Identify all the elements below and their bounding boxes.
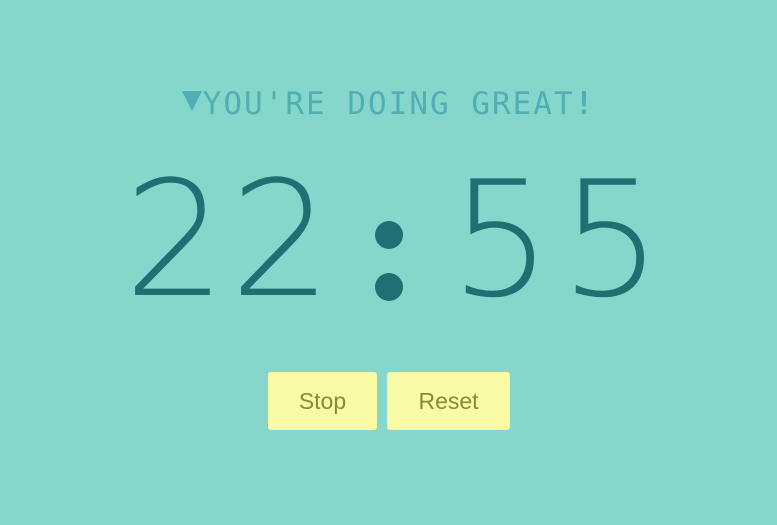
seconds-ones-digit: 5: [560, 146, 662, 333]
timer-page: YOU'RE DOING GREAT! 2 2 5 5 Stop Reset: [0, 0, 777, 525]
stop-button[interactable]: Stop: [268, 372, 377, 430]
separator-top-dot: [375, 221, 403, 249]
minutes-ones-digit: 2: [230, 146, 332, 333]
message-exclaim: !: [574, 86, 596, 122]
minutes-tens-digit: 2: [124, 146, 226, 333]
message-text: YOU'RE DOING GREAT: [202, 86, 575, 122]
triangle-down-icon: [181, 91, 202, 111]
countdown-display: 2 2 5 5: [0, 160, 777, 320]
seconds-tens-digit: 5: [450, 146, 552, 333]
encouragement-message: YOU'RE DOING GREAT!: [0, 86, 777, 122]
reset-button[interactable]: Reset: [387, 372, 510, 430]
separator-bottom-dot: [375, 273, 403, 301]
timer-controls: Stop Reset: [268, 372, 510, 430]
